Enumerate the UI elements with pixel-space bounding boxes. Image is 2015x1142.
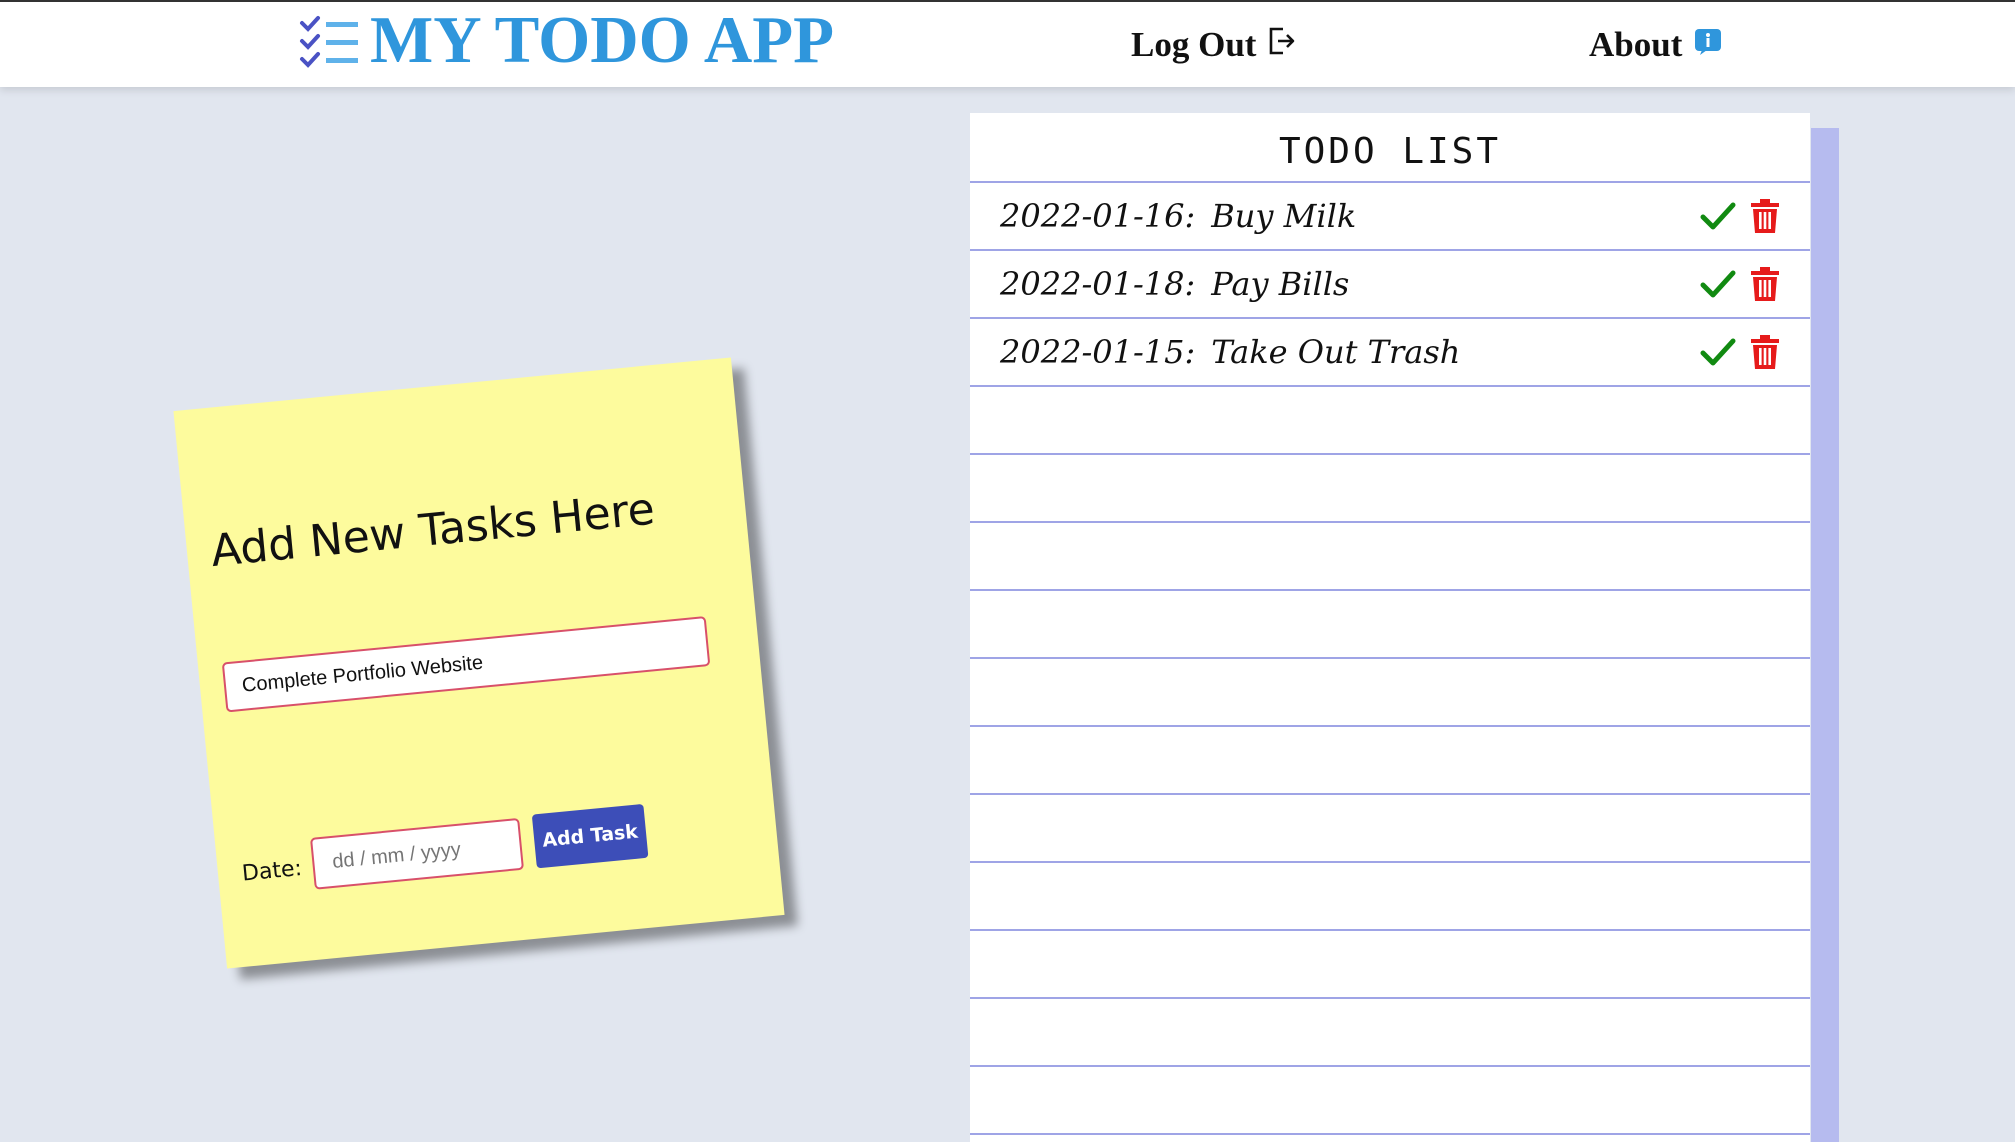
empty-ruled-line: [970, 727, 1810, 795]
about-label: About: [1589, 24, 1683, 64]
add-task-note: Add New Tasks Here Date: Add Task: [173, 357, 785, 969]
todo-item-text: Pay Bills: [1211, 265, 1350, 303]
todo-item-text: Buy Milk: [1211, 197, 1357, 235]
todo-item-actions: [1700, 319, 1780, 385]
trash-icon[interactable]: [1750, 198, 1780, 234]
todo-item: 2022-01-18: Pay Bills: [970, 251, 1810, 319]
todo-item: 2022-01-15: Take Out Trash: [970, 319, 1810, 387]
empty-ruled-line: [970, 1067, 1810, 1135]
checkmark-icon[interactable]: [1700, 201, 1736, 231]
logout-label: Log Out: [1131, 24, 1257, 64]
checkmark-icon[interactable]: [1700, 269, 1736, 299]
add-task-heading: Add New Tasks Here: [208, 483, 657, 578]
empty-ruled-line: [970, 931, 1810, 999]
todo-item-actions: [1700, 183, 1780, 249]
checkmark-icon[interactable]: [1700, 337, 1736, 367]
empty-ruled-line: [970, 863, 1810, 931]
top-navbar: MY TODO APP Log Out About: [0, 0, 2015, 87]
empty-ruled-line: [970, 795, 1810, 863]
info-icon: [1694, 25, 1722, 65]
todo-item-text: Take Out Trash: [1211, 333, 1461, 371]
logout-link[interactable]: Log Out: [1131, 2, 1296, 87]
logout-icon: [1268, 25, 1296, 65]
empty-ruled-line: [970, 591, 1810, 659]
brand[interactable]: MY TODO APP: [298, 2, 834, 87]
about-link[interactable]: About: [1589, 2, 1722, 87]
app-title: MY TODO APP: [370, 3, 835, 77]
todo-item: 2022-01-16: Buy Milk: [970, 183, 1810, 251]
add-task-button[interactable]: Add Task: [531, 803, 649, 869]
date-input[interactable]: [309, 817, 525, 890]
todo-list-paper: TODO LIST 2022-01-16: Buy Milk 2022-01-1…: [970, 113, 1810, 1142]
todo-item-actions: [1700, 251, 1780, 317]
checklist-icon: [298, 14, 360, 75]
date-label: Date:: [240, 855, 304, 887]
empty-ruled-line: [970, 659, 1810, 727]
trash-icon[interactable]: [1750, 266, 1780, 302]
task-input[interactable]: [221, 616, 711, 713]
todo-list-title: TODO LIST: [970, 113, 1810, 183]
todo-item-date: 2022-01-18:: [1000, 265, 1196, 303]
empty-ruled-line: [970, 387, 1810, 455]
todo-item-date: 2022-01-15:: [1000, 333, 1196, 371]
trash-icon[interactable]: [1750, 334, 1780, 370]
paper-shadow: [1811, 128, 1839, 1142]
empty-ruled-line: [970, 999, 1810, 1067]
empty-ruled-line: [970, 455, 1810, 523]
todo-item-date: 2022-01-16:: [1000, 197, 1196, 235]
empty-ruled-line: [970, 523, 1810, 591]
